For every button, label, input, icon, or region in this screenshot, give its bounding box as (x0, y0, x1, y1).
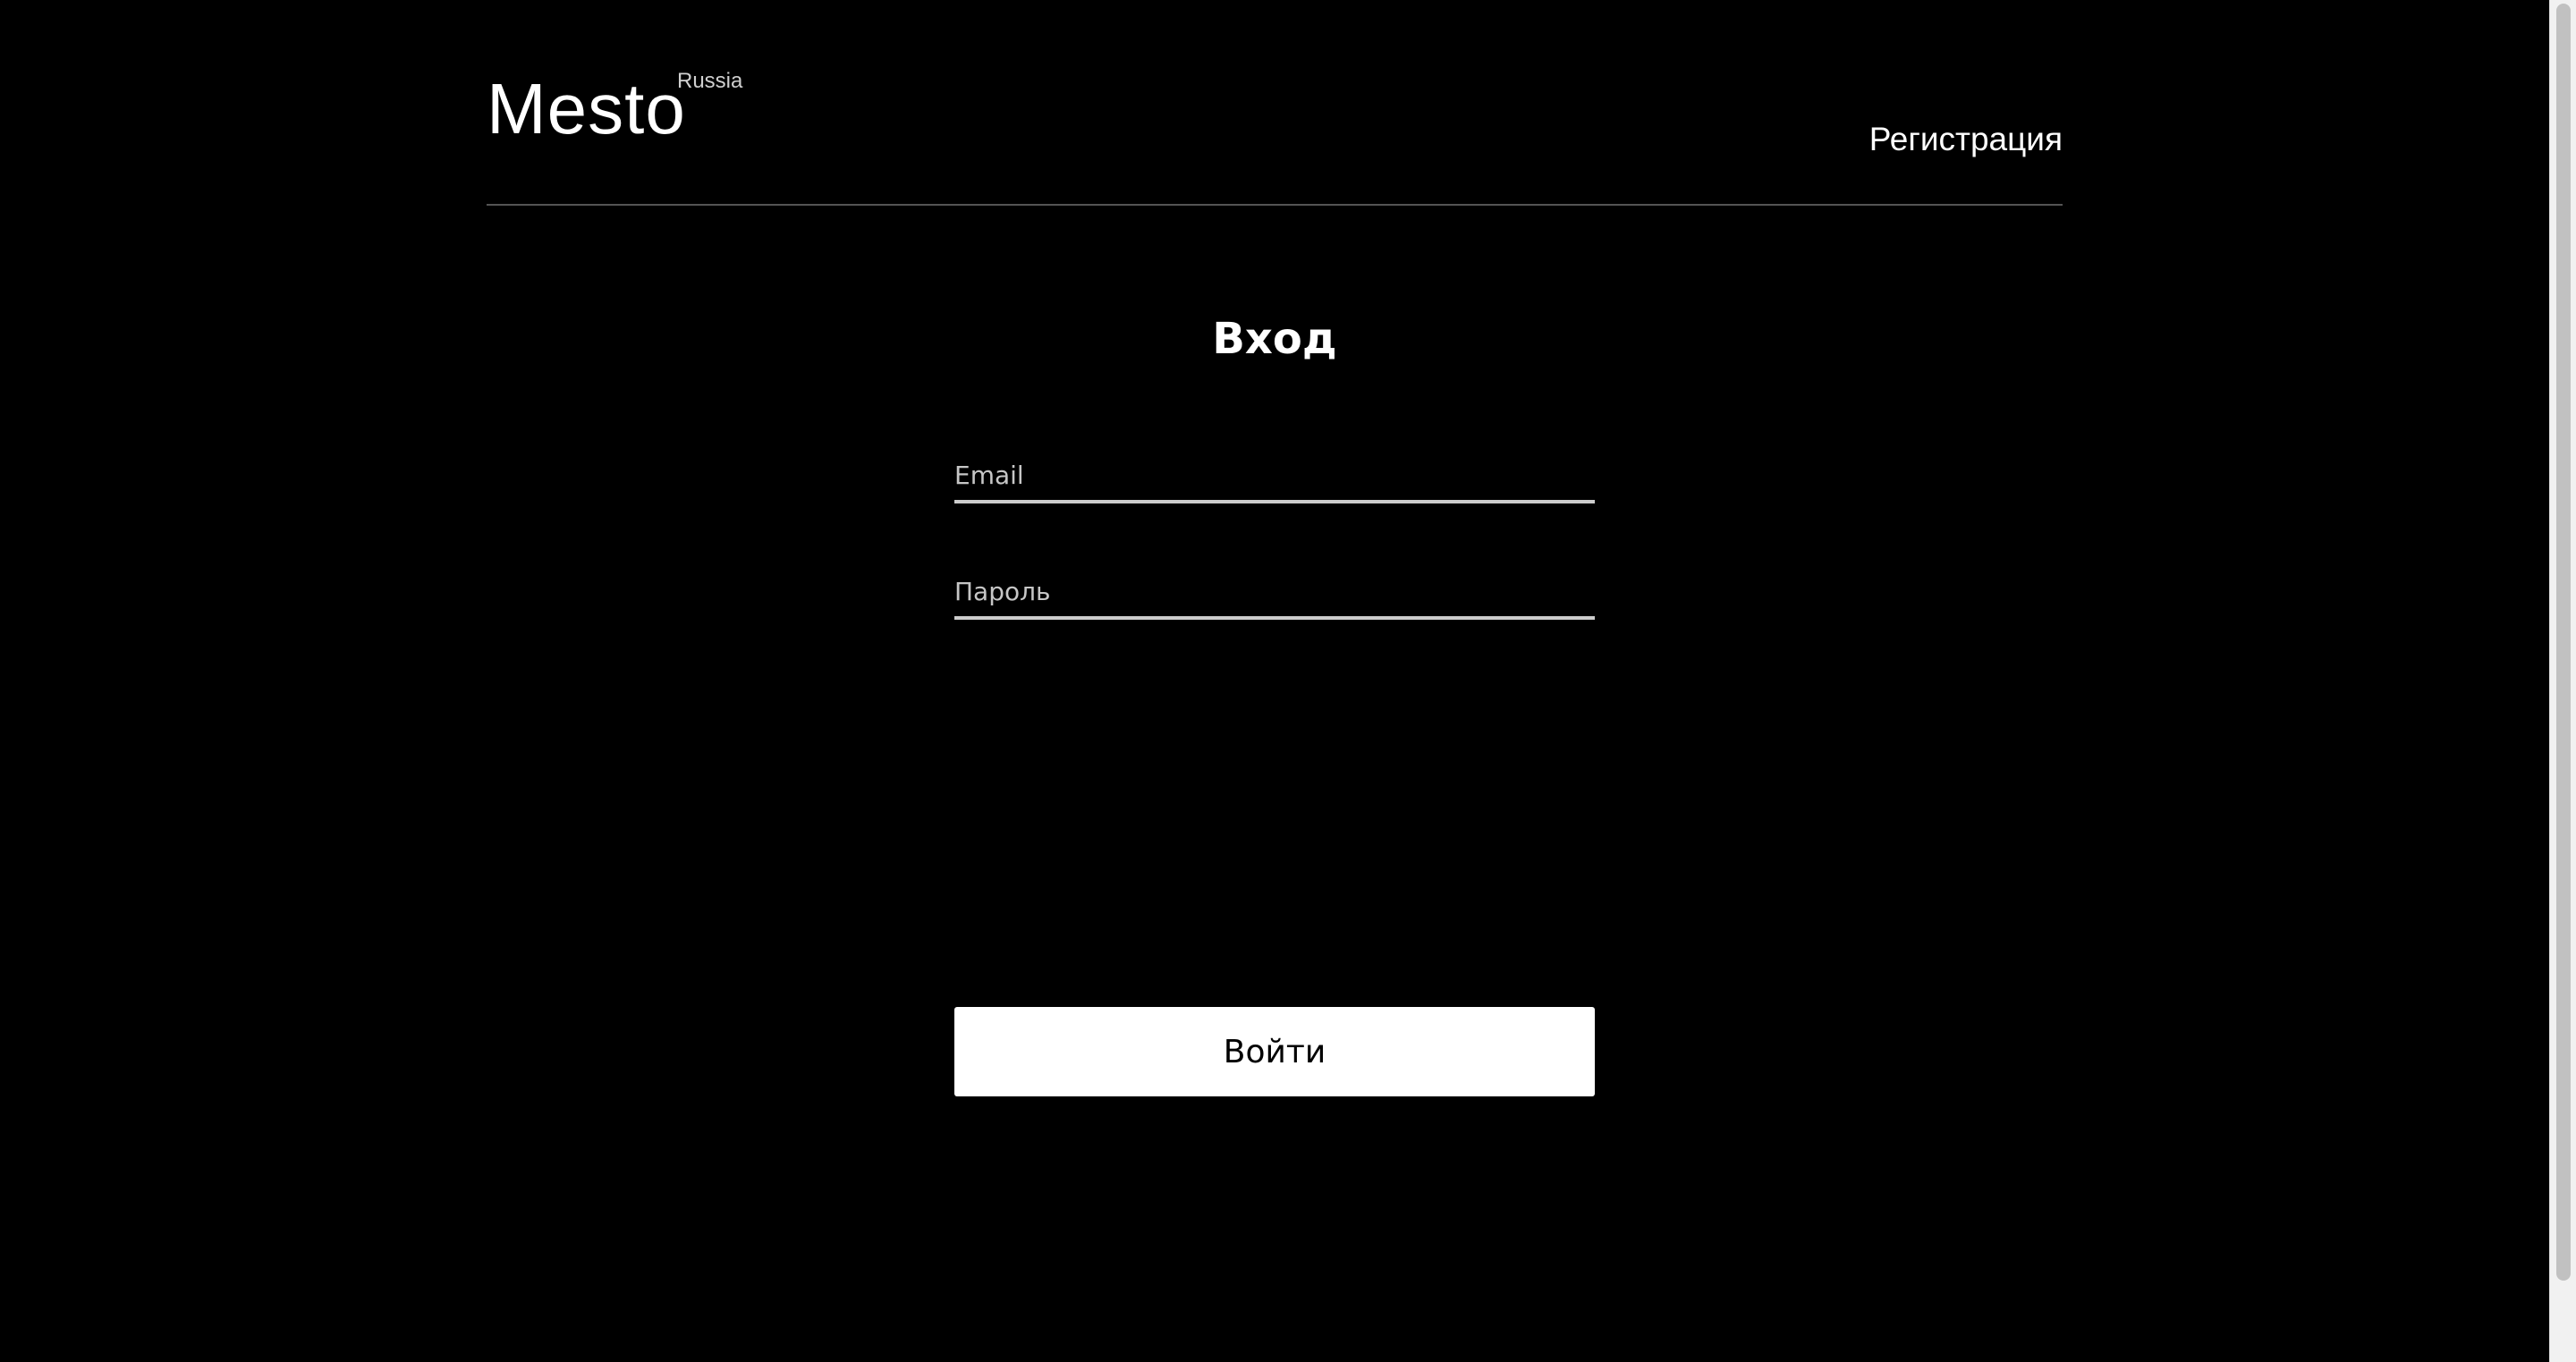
logo-wordmark: Mesto (487, 69, 686, 148)
login-submit-button[interactable]: Войти (954, 1007, 1595, 1096)
register-link[interactable]: Регистрация (1869, 118, 2063, 161)
vertical-scrollbar[interactable] (2549, 0, 2576, 1362)
logo-country-label: Russia (677, 69, 743, 93)
header: Mesto Russia Регистрация (487, 0, 2063, 206)
page: Mesto Russia Регистрация Вход Войти (0, 0, 2549, 1362)
login-title: Вход (1212, 314, 1337, 364)
email-input[interactable] (954, 450, 1595, 503)
scrollbar-thumb[interactable] (2556, 4, 2571, 1281)
password-input[interactable] (954, 566, 1595, 620)
